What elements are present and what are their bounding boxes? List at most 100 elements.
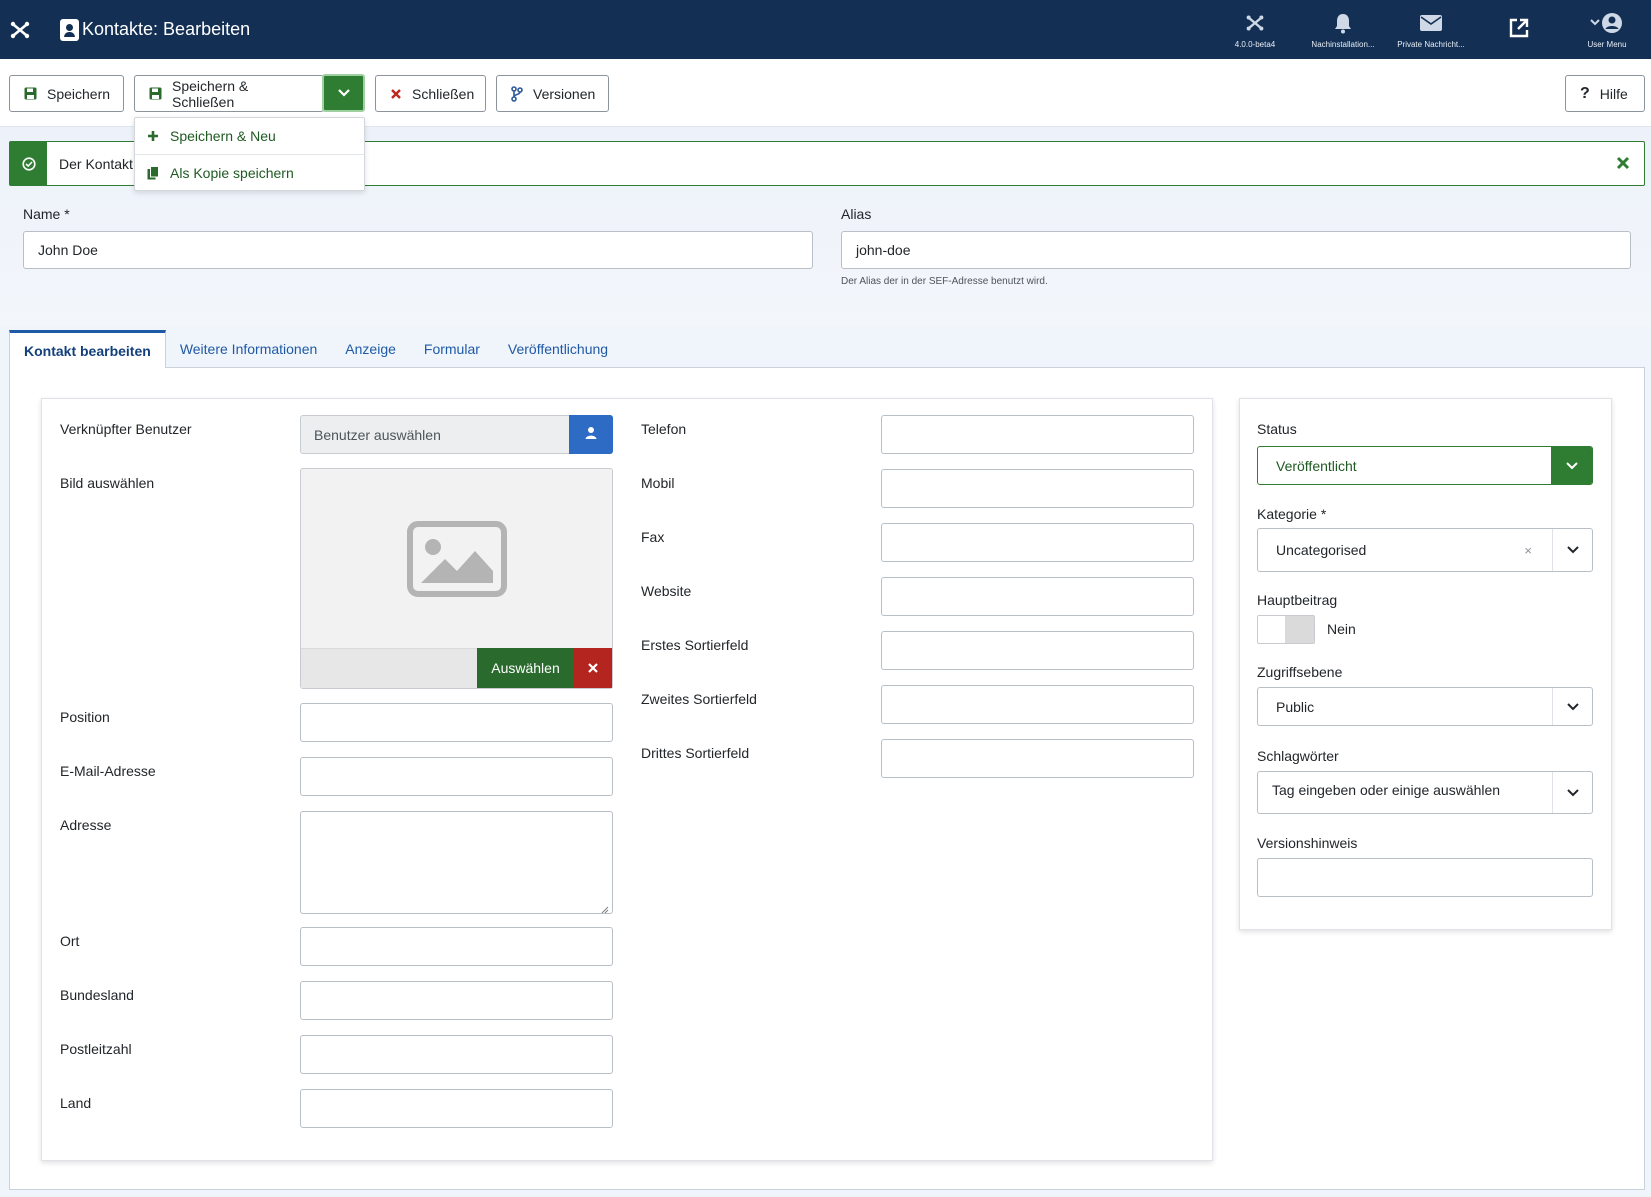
- resize-grip-icon[interactable]: [600, 901, 609, 914]
- save-new-menu-item[interactable]: Speichern & Neu: [135, 118, 364, 154]
- address-textarea[interactable]: [300, 811, 613, 914]
- website-input[interactable]: [881, 577, 1194, 616]
- category-clear-icon[interactable]: ×: [1524, 543, 1532, 558]
- linked-user-field[interactable]: Benutzer auswählen: [300, 415, 613, 454]
- zip-input[interactable]: [300, 1035, 613, 1074]
- tab-more-info[interactable]: Weitere Informationen: [166, 330, 331, 368]
- help-button-label: Hilfe: [1599, 85, 1628, 102]
- status-item-postinstall[interactable]: Nachinstallation...: [1299, 0, 1387, 59]
- external-link-icon: [1508, 15, 1530, 41]
- tags-label: Schlagwörter: [1257, 748, 1339, 764]
- category-label: Kategorie *: [1257, 506, 1327, 522]
- contact-card-icon: [60, 18, 79, 41]
- alias-input[interactable]: john-doe: [841, 231, 1631, 269]
- version-note-input[interactable]: [1257, 858, 1593, 897]
- email-label: E-Mail-Adresse: [60, 763, 156, 779]
- joomla-icon: [1245, 10, 1265, 36]
- chevron-down-icon: [1551, 447, 1592, 484]
- country-label: Land: [60, 1095, 92, 1111]
- chevron-down-icon: [1552, 688, 1592, 725]
- image-select-button[interactable]: Auswählen: [477, 648, 574, 688]
- city-input[interactable]: [300, 927, 613, 966]
- zip-label: Postleitzahl: [60, 1041, 132, 1057]
- email-input[interactable]: [300, 757, 613, 796]
- status-item-label: User Menu: [1587, 40, 1627, 49]
- status-item-version[interactable]: 4.0.0-beta4: [1211, 0, 1299, 59]
- alert-close-icon[interactable]: [1612, 152, 1634, 174]
- tab-edit-contact[interactable]: Kontakt bearbeiten: [9, 330, 166, 368]
- sort3-input[interactable]: [881, 739, 1194, 778]
- header-status-items: 4.0.0-beta4 Nachinstallation... Private …: [1211, 0, 1651, 59]
- state-label: Bundesland: [60, 987, 134, 1003]
- category-select-value: Uncategorised: [1276, 542, 1367, 558]
- versions-button[interactable]: Versionen: [496, 75, 609, 112]
- versions-button-label: Versionen: [533, 85, 596, 102]
- tab-form[interactable]: Formular: [410, 330, 494, 368]
- select-user-button[interactable]: [569, 415, 613, 454]
- featured-value: Nein: [1327, 621, 1356, 637]
- alert-message: Der Kontakt: [59, 155, 133, 172]
- envelope-icon: [1419, 10, 1443, 36]
- copy-icon: [146, 165, 160, 180]
- sort2-input[interactable]: [881, 685, 1194, 724]
- chevron-down-icon: [1552, 529, 1592, 571]
- floppy-disk-icon: [149, 87, 162, 100]
- phone-input[interactable]: [881, 415, 1194, 454]
- sort1-label: Erstes Sortierfeld: [641, 637, 749, 653]
- country-input[interactable]: [300, 1089, 613, 1128]
- featured-label: Hauptbeitrag: [1257, 592, 1338, 608]
- city-label: Ort: [60, 933, 80, 949]
- plus-icon: [146, 130, 160, 142]
- alias-label: Alias: [841, 206, 872, 222]
- close-button[interactable]: Schließen: [375, 75, 486, 112]
- status-item-label: Nachinstallation...: [1311, 40, 1375, 49]
- tab-bar: Kontakt bearbeiten Weitere Informationen…: [9, 330, 622, 368]
- website-label: Website: [641, 583, 692, 599]
- user-icon: [1590, 10, 1624, 36]
- sort1-input[interactable]: [881, 631, 1194, 670]
- save-button[interactable]: Speichern: [9, 75, 124, 112]
- joomla-logo-icon[interactable]: [0, 0, 40, 59]
- mobile-input[interactable]: [881, 469, 1194, 508]
- state-input[interactable]: [300, 981, 613, 1020]
- access-select-value: Public: [1276, 698, 1315, 715]
- status-item-user-menu[interactable]: User Menu: [1563, 0, 1651, 59]
- image-placeholder-icon: [301, 469, 612, 649]
- name-input-value: John Doe: [38, 242, 98, 258]
- app-header: Kontakte: Bearbeiten 4.0.0-beta4 Nachins…: [0, 0, 1651, 59]
- name-input[interactable]: John Doe: [23, 231, 813, 269]
- status-item-messages[interactable]: Private Nachricht...: [1387, 0, 1475, 59]
- help-button[interactable]: ? Hilfe: [1565, 75, 1645, 112]
- version-note-label: Versionshinweis: [1257, 835, 1358, 851]
- close-button-label: Schließen: [412, 85, 475, 102]
- status-item-external[interactable]: [1475, 0, 1563, 59]
- status-item-label: 4.0.0-beta4: [1234, 40, 1276, 49]
- status-label: Status: [1257, 421, 1297, 437]
- image-field: Auswählen: [300, 468, 613, 689]
- alias-input-value: john-doe: [856, 242, 911, 258]
- save-new-label: Speichern & Neu: [170, 128, 276, 144]
- access-select[interactable]: Public: [1257, 687, 1593, 726]
- mobile-label: Mobil: [641, 475, 675, 491]
- image-clear-button[interactable]: [574, 648, 612, 688]
- floppy-disk-icon: [24, 87, 37, 100]
- position-input[interactable]: [300, 703, 613, 742]
- switcher-knob: [1285, 616, 1314, 643]
- save-options-toggle[interactable]: [322, 74, 365, 112]
- tags-select[interactable]: Tag eingeben oder einige auswählen: [1257, 771, 1593, 814]
- alias-hint: Der Alias der in der SEF-Adresse benutzt…: [841, 276, 1048, 287]
- tab-display[interactable]: Anzeige: [331, 330, 410, 368]
- status-select[interactable]: Veröffentlicht: [1257, 446, 1593, 485]
- category-select[interactable]: Uncategorised ×: [1257, 528, 1593, 572]
- featured-switcher[interactable]: [1257, 615, 1315, 644]
- address-label: Adresse: [60, 817, 112, 833]
- save-close-button-label: Speichern & Schließen: [172, 77, 249, 110]
- save-button-label: Speichern: [47, 85, 111, 102]
- tab-publishing[interactable]: Veröffentlichung: [494, 330, 622, 368]
- fax-input[interactable]: [881, 523, 1194, 562]
- save-close-button[interactable]: Speichern & Schließen: [134, 75, 324, 112]
- position-label: Position: [60, 709, 110, 725]
- close-icon: [390, 88, 402, 100]
- page-title: Kontakte: Bearbeiten: [82, 19, 251, 39]
- save-copy-menu-item[interactable]: Als Kopie speichern: [135, 154, 364, 190]
